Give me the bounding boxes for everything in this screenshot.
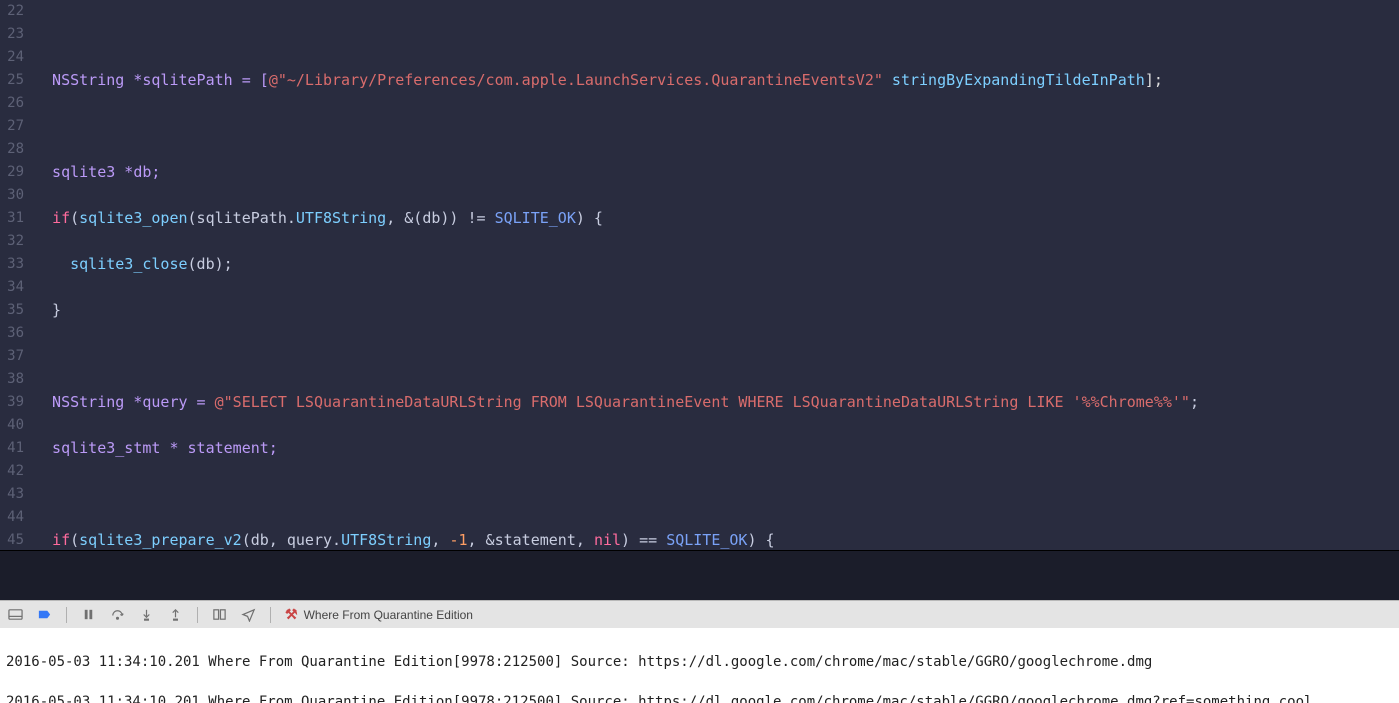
code-line[interactable]: sqlite3_stmt * statement; (34, 437, 1399, 460)
line-number: 32 (0, 230, 24, 253)
line-number: 28 (0, 138, 24, 161)
code-line[interactable]: sqlite3 *db; (34, 161, 1399, 184)
text: NSString *query = (34, 393, 215, 411)
line-number: 23 (0, 23, 24, 46)
line-number: 42 (0, 460, 24, 483)
function: sqlite3_prepare_v2 (79, 531, 242, 549)
console-line: 2016-05-03 11:34:10.201 Where From Quara… (6, 652, 1393, 672)
string-literal: @"SELECT LSQuarantineDataURLString FROM … (215, 393, 1190, 411)
keyword: nil (594, 531, 621, 549)
step-in-icon[interactable] (139, 607, 154, 622)
text: sqlite3_stmt * statement; (34, 439, 278, 457)
text: sqlite3 *db; (34, 163, 160, 181)
text: (db); (188, 255, 233, 273)
line-number: 38 (0, 368, 24, 391)
line-number: 29 (0, 161, 24, 184)
text: NSString *sqlitePath = [ (34, 71, 269, 89)
console-line: 2016-05-03 11:34:10.201 Where From Quara… (6, 692, 1393, 703)
app-icon: ⚒ (285, 606, 298, 623)
string-literal: @"~/Library/Preferences/com.apple.Launch… (269, 71, 883, 89)
line-number: 36 (0, 322, 24, 345)
code-editor[interactable]: 2223242526272829303132333435363738394041… (0, 0, 1399, 550)
line-number: 26 (0, 92, 24, 115)
code-area[interactable]: NSString *sqlitePath = [@"~/Library/Pref… (34, 0, 1399, 550)
line-number: 27 (0, 115, 24, 138)
code-line[interactable]: NSString *query = @"SELECT LSQuarantineD… (34, 391, 1399, 414)
code-line[interactable] (34, 115, 1399, 138)
code-line[interactable] (34, 23, 1399, 46)
line-number: 35 (0, 299, 24, 322)
debug-toolbar: ⚒ Where From Quarantine Edition (0, 600, 1399, 628)
target-name: Where From Quarantine Edition (304, 608, 473, 622)
text: (db, query. (242, 531, 341, 549)
step-out-icon[interactable] (168, 607, 183, 622)
breakpoint-icon[interactable] (37, 607, 52, 622)
text: ) { (747, 531, 774, 549)
line-number: 37 (0, 345, 24, 368)
code-line[interactable]: if(sqlite3_prepare_v2(db, query.UTF8Stri… (34, 529, 1399, 550)
line-number: 41 (0, 437, 24, 460)
line-number-gutter: 2223242526272829303132333435363738394041… (0, 0, 34, 550)
text: , &statement, (468, 531, 594, 549)
line-number: 25 (0, 69, 24, 92)
code-line[interactable]: sqlite3_close(db); (34, 253, 1399, 276)
text: ( (70, 531, 79, 549)
line-number: 43 (0, 483, 24, 506)
keyword: if (52, 209, 70, 227)
separator (197, 607, 198, 623)
line-number: 30 (0, 184, 24, 207)
line-number: 40 (0, 414, 24, 437)
code-line[interactable] (34, 483, 1399, 506)
text: (sqlitePath. (188, 209, 296, 227)
property: UTF8String (341, 531, 431, 549)
function: sqlite3_close (70, 255, 187, 273)
line-number: 39 (0, 391, 24, 414)
text: ]; (1145, 71, 1163, 89)
code-line[interactable]: } (34, 299, 1399, 322)
line-number: 45 (0, 529, 24, 550)
property: UTF8String (296, 209, 386, 227)
text: ) == (621, 531, 666, 549)
text: , &(db)) != (386, 209, 494, 227)
code-line[interactable]: if(sqlite3_open(sqlitePath.UTF8String, &… (34, 207, 1399, 230)
separator (270, 607, 271, 623)
line-number: 22 (0, 0, 24, 23)
text: ; (1190, 393, 1199, 411)
text: } (34, 301, 61, 319)
keyword: if (52, 531, 70, 549)
hide-debug-icon[interactable] (8, 607, 23, 622)
constant: SQLITE_OK (495, 209, 576, 227)
step-over-icon[interactable] (110, 607, 125, 622)
code-line[interactable] (34, 345, 1399, 368)
location-icon[interactable] (241, 607, 256, 622)
code-line[interactable]: NSString *sqlitePath = [@"~/Library/Pref… (34, 69, 1399, 92)
function: sqlite3_open (79, 209, 187, 227)
text: , (431, 531, 449, 549)
pause-icon[interactable] (81, 607, 96, 622)
number: -1 (449, 531, 467, 549)
line-number: 33 (0, 253, 24, 276)
text (34, 255, 70, 273)
method: stringByExpandingTildeInPath (883, 71, 1145, 89)
debug-target[interactable]: ⚒ Where From Quarantine Edition (285, 606, 473, 623)
line-number: 44 (0, 506, 24, 529)
text: ( (70, 209, 79, 227)
separator (66, 607, 67, 623)
text (34, 209, 52, 227)
constant: SQLITE_OK (666, 531, 747, 549)
panel-divider[interactable] (0, 550, 1399, 600)
line-number: 24 (0, 46, 24, 69)
line-number: 34 (0, 276, 24, 299)
line-number: 31 (0, 207, 24, 230)
console-output[interactable]: 2016-05-03 11:34:10.201 Where From Quara… (0, 628, 1399, 703)
debug-view-icon[interactable] (212, 607, 227, 622)
text (34, 531, 52, 549)
text: ) { (576, 209, 603, 227)
